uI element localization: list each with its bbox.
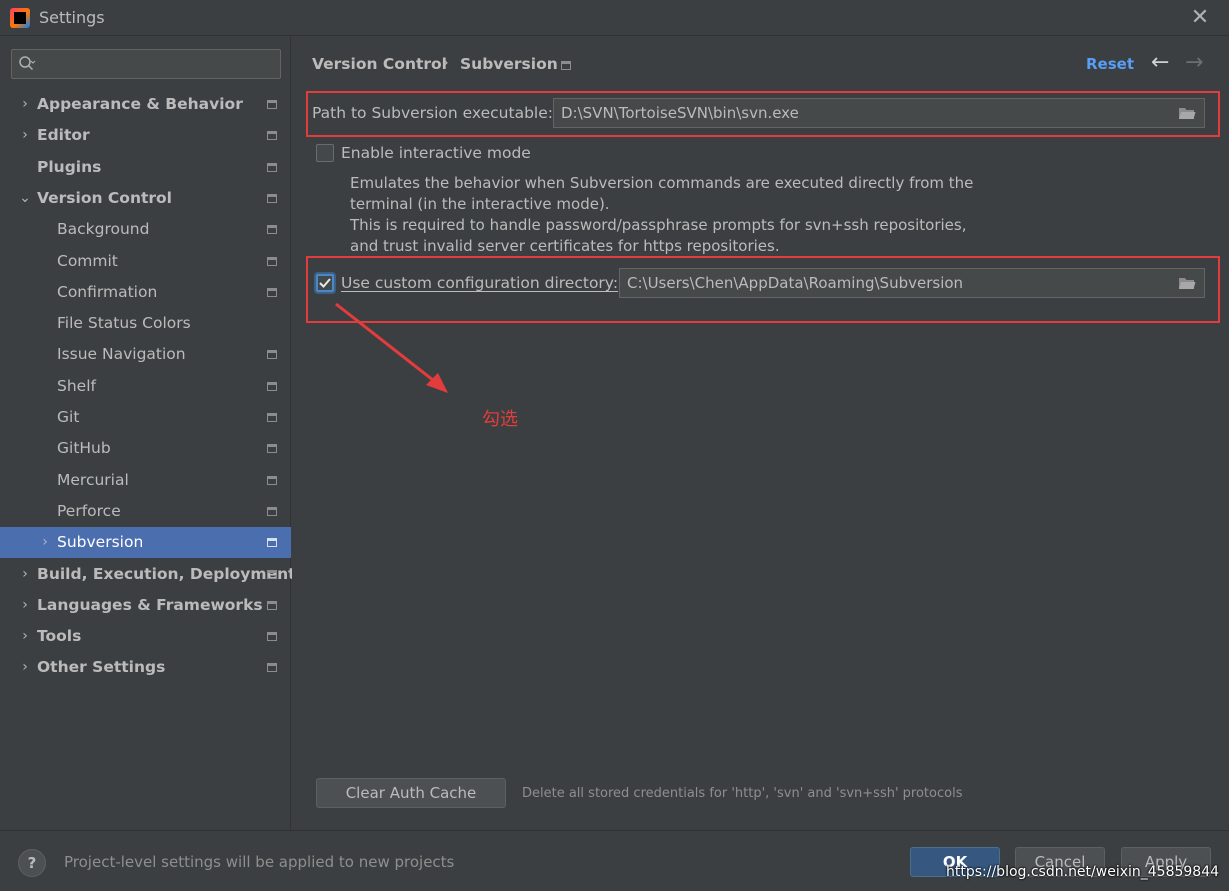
interactive-mode-description: Emulates the behavior when Subversion co… (350, 173, 973, 257)
sidebar-item-label: Shelf (57, 377, 96, 395)
description-line: and trust invalid server certificates fo… (350, 237, 780, 255)
project-scope-icon (267, 570, 277, 579)
breadcrumb-separator: › (443, 55, 449, 71)
chevron-right-icon[interactable]: › (18, 89, 32, 120)
intellij-app-icon (10, 8, 30, 28)
help-button[interactable]: ? (18, 849, 46, 877)
sidebar-item-label: Editor (37, 126, 90, 144)
sidebar-item-plugins[interactable]: Plugins (0, 152, 291, 183)
chevron-right-icon[interactable]: › (18, 120, 32, 151)
sidebar-item-tools[interactable]: › Tools (0, 621, 291, 652)
sidebar-item-label: Perforce (57, 502, 121, 520)
annotation-text: 勾选 (482, 409, 518, 430)
sidebar-item-file-status-colors[interactable]: File Status Colors (0, 308, 291, 339)
project-scope-icon (561, 61, 571, 70)
sidebar-item-label: Other Settings (37, 658, 166, 676)
project-scope-icon (267, 507, 277, 516)
chevron-right-icon[interactable]: › (18, 590, 32, 621)
sidebar-item-languages-frameworks[interactable]: › Languages & Frameworks (0, 590, 291, 621)
dialog-footer: ? Project-level settings will be applied… (0, 830, 1229, 891)
sidebar-item-version-control[interactable]: ⌄ Version Control (0, 183, 291, 214)
settings-content: Version Control › Subversion Reset ← → P… (292, 37, 1229, 830)
close-icon[interactable]: ✕ (1187, 5, 1213, 31)
chevron-right-icon[interactable]: › (18, 621, 32, 652)
project-scope-icon (267, 601, 277, 610)
sidebar-item-label: GitHub (57, 439, 111, 457)
sidebar-item-label: File Status Colors (57, 314, 191, 332)
sidebar-item-commit[interactable]: Commit (0, 246, 291, 277)
chevron-right-icon[interactable]: › (38, 527, 52, 558)
forward-arrow-icon[interactable]: → (1185, 50, 1203, 75)
chevron-down-icon[interactable]: ⌄ (18, 183, 32, 214)
breadcrumb-parent[interactable]: Version Control (312, 55, 447, 73)
description-line: Emulates the behavior when Subversion co… (350, 174, 974, 192)
sidebar-item-background[interactable]: Background (0, 214, 291, 245)
project-scope-icon (267, 476, 277, 485)
sidebar-item-label: Languages & Frameworks (37, 596, 263, 614)
sidebar-item-label: Background (57, 220, 150, 238)
sidebar-item-issue-navigation[interactable]: Issue Navigation (0, 339, 291, 370)
sidebar-item-other-settings[interactable]: › Other Settings (0, 652, 291, 683)
project-scope-icon (267, 350, 277, 359)
sidebar-item-label: Git (57, 408, 80, 426)
project-scope-icon (267, 288, 277, 297)
sidebar-item-confirmation[interactable]: Confirmation (0, 277, 291, 308)
sidebar-item-git[interactable]: Git (0, 402, 291, 433)
sidebar-item-label: Confirmation (57, 283, 158, 301)
sidebar-item-subversion[interactable]: › Subversion (0, 527, 291, 558)
project-scope-icon (267, 538, 277, 547)
description-line: terminal (in the interactive mode). (350, 195, 610, 213)
project-scope-icon (267, 444, 277, 453)
project-scope-icon (267, 257, 277, 266)
watermark: https://blog.csdn.net/weixin_45859844 (946, 864, 1220, 880)
title-bar: Settings ✕ (0, 0, 1229, 36)
chevron-right-icon[interactable]: › (18, 652, 32, 683)
sidebar-item-label: Subversion (57, 533, 144, 551)
reset-link[interactable]: Reset (1086, 55, 1134, 73)
project-scope-icon (267, 382, 277, 391)
sidebar-item-label: Plugins (37, 158, 102, 176)
project-scope-icon (267, 194, 277, 203)
chevron-right-icon[interactable]: › (18, 559, 32, 590)
project-scope-icon (267, 100, 277, 109)
sidebar-item-label: Build, Execution, Deployment (37, 565, 296, 583)
sidebar-item-label: Tools (37, 627, 82, 645)
sidebar-item-build-execution-deployment[interactable]: › Build, Execution, Deployment (0, 559, 295, 590)
window-title: Settings (39, 8, 105, 27)
sidebar-item-label: Issue Navigation (57, 345, 186, 363)
breadcrumb-current: Subversion (460, 55, 558, 73)
sidebar-item-appearance-behavior[interactable]: › Appearance & Behavior (0, 89, 291, 120)
sidebar-item-perforce[interactable]: Perforce (0, 496, 291, 527)
sidebar-item-github[interactable]: GitHub (0, 433, 291, 464)
annotation-arrow-icon (335, 302, 448, 393)
sidebar-item-editor[interactable]: › Editor (0, 120, 291, 151)
sidebar-item-label: Version Control (37, 189, 172, 207)
project-scope-icon (267, 225, 277, 234)
settings-sidebar: › Appearance & Behavior › Editor Plugins ⌄ Ver… (0, 37, 296, 830)
clear-auth-cache-button[interactable]: Clear Auth Cache (316, 778, 506, 808)
search-input[interactable] (11, 49, 281, 79)
footer-note: Project-level settings will be applied t… (64, 853, 455, 871)
description-line: This is required to handle password/pass… (350, 216, 967, 234)
sidebar-item-label: Commit (57, 252, 118, 270)
project-scope-icon (267, 163, 277, 172)
back-arrow-icon[interactable]: ← (1151, 50, 1169, 75)
clear-auth-hint: Delete all stored credentials for 'http'… (522, 786, 963, 801)
project-scope-icon (267, 413, 277, 422)
sidebar-item-label: Mercurial (57, 471, 129, 489)
project-scope-icon (267, 632, 277, 641)
annotation-box-svn-path (306, 91, 1220, 137)
interactive-mode-label[interactable]: Enable interactive mode (341, 144, 531, 162)
interactive-mode-checkbox[interactable] (316, 144, 334, 162)
project-scope-icon (267, 663, 277, 672)
sidebar-item-shelf[interactable]: Shelf (0, 371, 291, 402)
sidebar-item-mercurial[interactable]: Mercurial (0, 465, 291, 496)
sidebar-item-label: Appearance & Behavior (37, 95, 243, 113)
project-scope-icon (267, 131, 277, 140)
search-icon (19, 56, 36, 71)
